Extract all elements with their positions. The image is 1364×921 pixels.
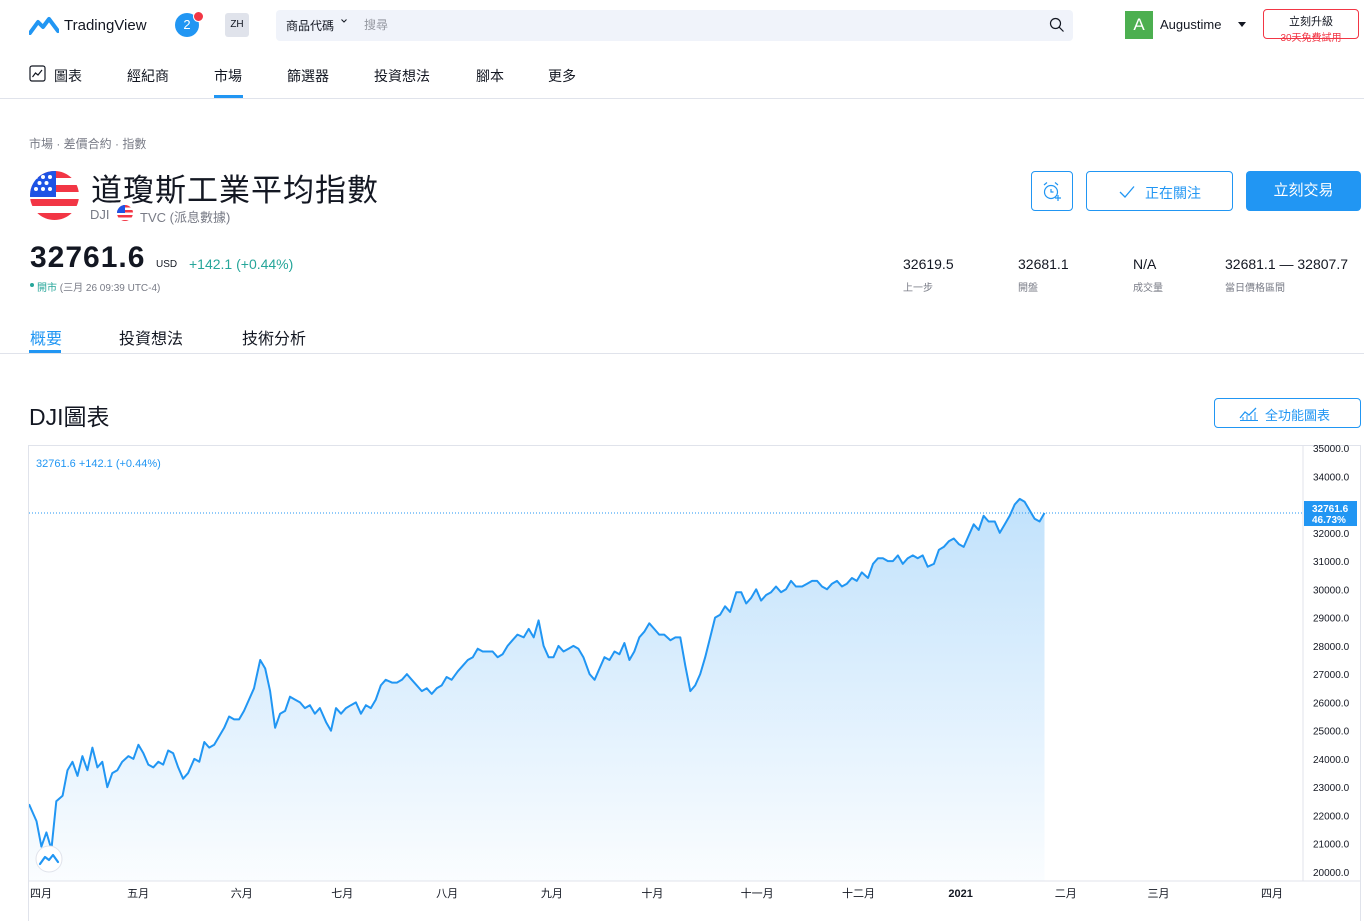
y-tick-label: 29000.0 — [1313, 614, 1350, 625]
y-tick-label: 34000.0 — [1313, 472, 1350, 483]
y-tick-label: 22000.0 — [1313, 811, 1350, 822]
y-tick-label: 25000.0 — [1313, 727, 1350, 738]
y-tick-label: 23000.0 — [1313, 783, 1350, 794]
tradingview-watermark — [35, 845, 63, 873]
x-tick-label: 三月 — [1148, 888, 1170, 900]
y-tick-label: 20000.0 — [1313, 868, 1350, 879]
x-tick-label: 四月 — [1261, 888, 1283, 900]
x-tick-label: 二月 — [1055, 888, 1077, 900]
x-tick-label: 九月 — [541, 887, 563, 900]
last-change-axis-label: 46.73% — [1312, 515, 1346, 526]
y-tick-label: 26000.0 — [1313, 698, 1350, 709]
x-tick-label: 七月 — [331, 887, 353, 900]
x-tick-label: 十二月 — [842, 886, 875, 900]
y-tick-label: 21000.0 — [1313, 840, 1350, 851]
last-price-axis-label: 32761.6 — [1312, 504, 1349, 515]
y-tick-label: 24000.0 — [1313, 755, 1350, 766]
x-tick-label: 2021 — [948, 888, 972, 900]
price-chart[interactable]: 35000.034000.033000.032000.031000.030000… — [0, 0, 1364, 921]
x-tick-label: 八月 — [436, 888, 458, 900]
price-area-fill — [29, 498, 1045, 881]
y-tick-label: 28000.0 — [1313, 642, 1350, 653]
x-tick-label: 十一月 — [741, 886, 774, 900]
x-tick-label: 四月 — [30, 888, 52, 900]
y-tick-label: 30000.0 — [1313, 585, 1350, 596]
y-tick-label: 35000.0 — [1313, 444, 1350, 455]
x-tick-label: 五月 — [127, 888, 149, 900]
y-tick-label: 27000.0 — [1313, 670, 1350, 681]
y-tick-label: 31000.0 — [1313, 557, 1350, 568]
x-tick-label: 十月 — [641, 886, 663, 900]
x-tick-label: 六月 — [231, 887, 253, 900]
chart-legend: 32761.6 +142.1 (+0.44%) — [36, 458, 161, 470]
y-tick-label: 32000.0 — [1313, 529, 1350, 540]
